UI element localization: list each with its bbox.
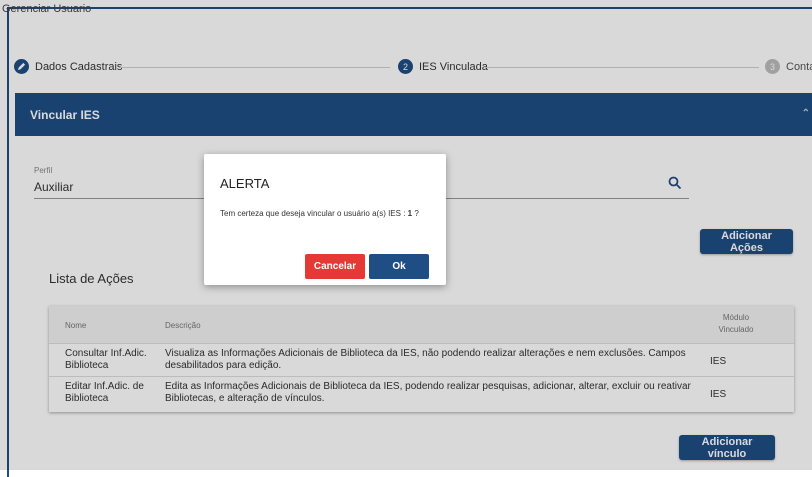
alert-dialog: ALERTA Tem certeza que deseja vincular o… bbox=[204, 154, 446, 285]
perfil-input[interactable]: Auxiliar bbox=[34, 180, 73, 194]
step-number: 3 bbox=[765, 59, 780, 74]
table-header: Nome Descrição Módulo Vinculado bbox=[49, 306, 794, 343]
step-number: 2 bbox=[398, 59, 413, 74]
header-modulo: Módulo Vinculado bbox=[706, 312, 766, 336]
adicionar-acoes-button[interactable]: Adicionar Ações bbox=[700, 229, 793, 254]
lista-title: Lista de Ações bbox=[49, 271, 134, 286]
step-label: Conta bbox=[786, 60, 812, 73]
cell-descricao: Visualiza as Informações Adicionais de B… bbox=[165, 348, 686, 371]
header-modulo-line2: Vinculado bbox=[718, 325, 754, 334]
cancel-button[interactable]: Cancelar bbox=[305, 254, 365, 279]
panel-title: Vincular IES bbox=[30, 108, 100, 122]
search-icon[interactable] bbox=[668, 176, 682, 190]
step-dados-cadastrais[interactable]: Dados Cadastrais bbox=[14, 59, 122, 74]
dialog-title: ALERTA bbox=[220, 176, 270, 191]
pencil-icon bbox=[14, 59, 29, 74]
step-label: Dados Cadastrais bbox=[35, 60, 123, 73]
cell-nome: Consultar Inf.Adic. Biblioteca bbox=[65, 348, 147, 371]
cell-nome: Editar Inf.Adic. de Biblioteca bbox=[65, 381, 144, 404]
step-ies-vinculada[interactable]: 2 IES Vinculada bbox=[398, 59, 488, 74]
perfil-label: Perfil bbox=[34, 166, 53, 175]
dialog-message-text: Tem certeza que deseja vincular o usuári… bbox=[220, 209, 406, 218]
header-modulo-line1: Módulo bbox=[722, 313, 750, 322]
adicionar-vinculo-button[interactable]: Adicionar vínculo bbox=[679, 435, 775, 460]
panel-header[interactable]: Vincular IES ⌃ bbox=[15, 93, 812, 136]
step-label: IES Vinculada bbox=[419, 60, 488, 73]
header-descricao: Descrição bbox=[165, 321, 201, 330]
cell-modulo: IES bbox=[710, 389, 727, 400]
dialog-message-suffix: ? bbox=[412, 209, 419, 218]
table-row[interactable]: Editar Inf.Adic. de Biblioteca Edita as … bbox=[49, 376, 794, 411]
step-conta[interactable]: 3 Conta bbox=[765, 59, 812, 74]
step-connector bbox=[120, 67, 390, 68]
chevron-up-icon[interactable]: ⌃ bbox=[802, 108, 810, 119]
dialog-message: Tem certeza que deseja vincular o usuári… bbox=[220, 209, 419, 218]
header-nome: Nome bbox=[65, 321, 87, 330]
window-title: Gerenciar Usuario bbox=[2, 3, 92, 15]
table-row[interactable]: Consultar Inf.Adic. Biblioteca Visualiza… bbox=[49, 343, 794, 378]
ok-button[interactable]: Ok bbox=[369, 254, 429, 279]
acoes-table: Nome Descrição Módulo Vinculado Consulta… bbox=[49, 306, 794, 412]
cell-modulo: IES bbox=[710, 356, 727, 367]
step-connector bbox=[485, 67, 759, 68]
cell-descricao: Edita as Informações Adicionais de Bibli… bbox=[165, 381, 691, 404]
